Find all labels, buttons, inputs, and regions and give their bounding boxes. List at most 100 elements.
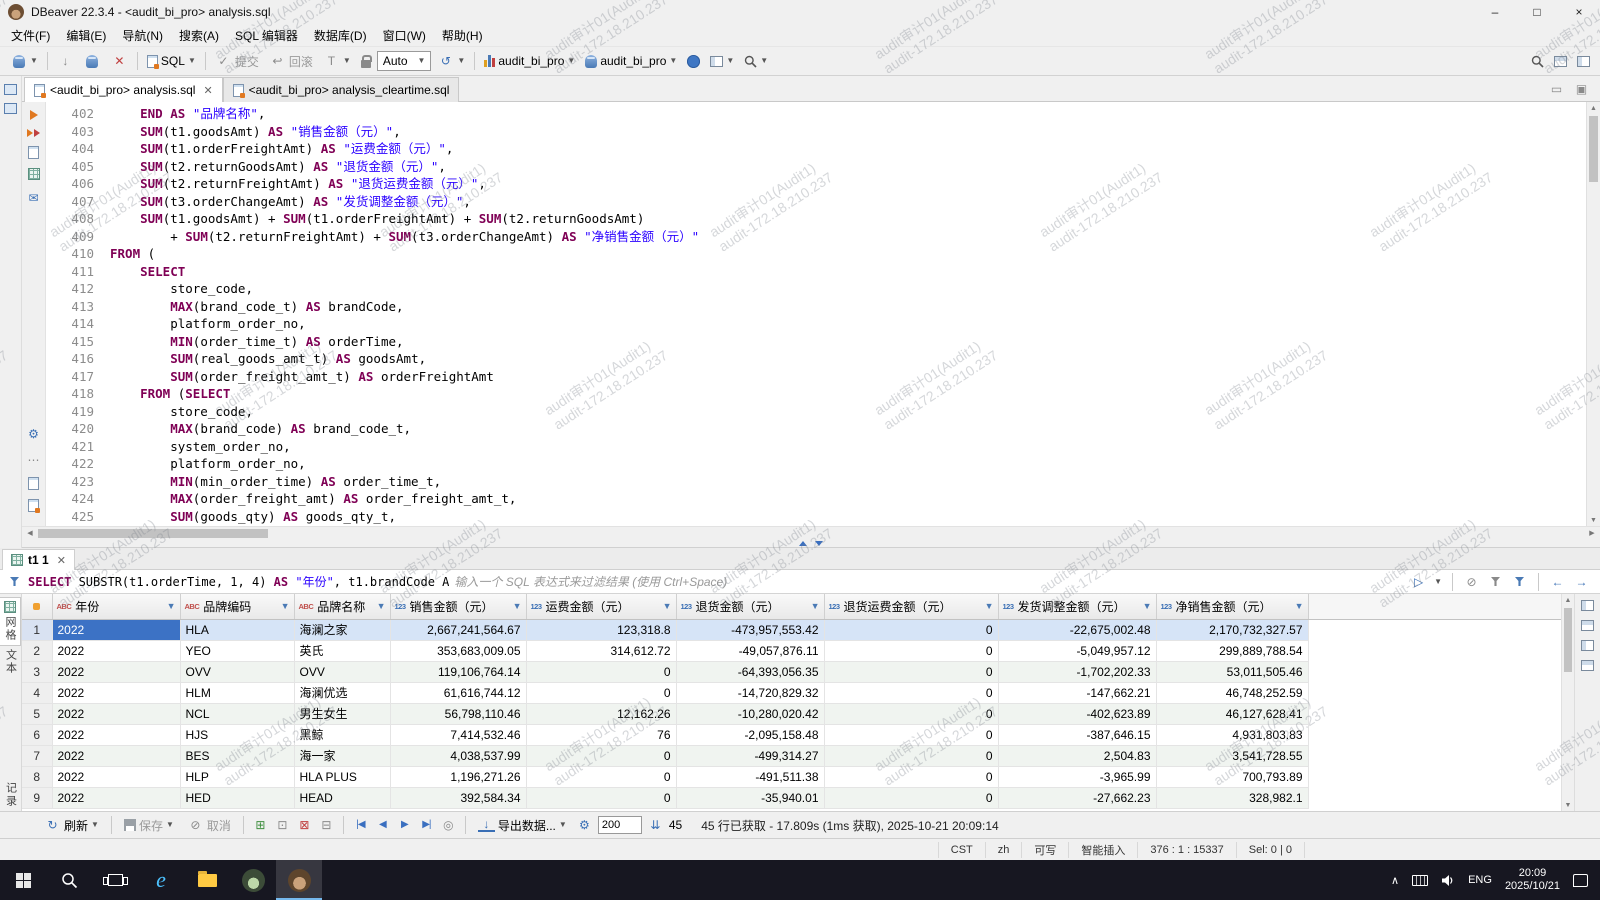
cell[interactable]: 2022	[52, 787, 180, 808]
cell[interactable]: -10,280,020.42	[676, 703, 824, 724]
search-dropdown[interactable]: ▼	[740, 49, 772, 73]
menu-item-2[interactable]: 导航(N)	[114, 24, 171, 47]
internet-explorer-button[interactable]: e	[138, 860, 184, 900]
export-data-button[interactable]: ↓导出数据...▼	[474, 813, 571, 837]
scroll-down-icon[interactable]: ▼	[1562, 799, 1574, 811]
filter-query[interactable]: SELECT SUBSTR(t1.orderTime, 1, 4) AS "年份…	[28, 576, 449, 588]
scroll-down-icon[interactable]: ▼	[1587, 514, 1600, 526]
cell[interactable]: 12,162.26	[526, 703, 676, 724]
cell[interactable]: -473,957,553.42	[676, 619, 824, 640]
minimize-panel-icon[interactable]: ▭	[1548, 80, 1565, 97]
cell[interactable]: 英氏	[294, 640, 390, 661]
metadata-panel-icon[interactable]	[1581, 620, 1594, 631]
cell[interactable]: 0	[824, 619, 998, 640]
cell[interactable]: BES	[180, 745, 294, 766]
cell[interactable]: 4,038,537.99	[390, 745, 526, 766]
cell[interactable]: HLA PLUS	[294, 766, 390, 787]
fetch-next-icon[interactable]: ⇊	[647, 817, 664, 834]
editor-vertical-scrollbar[interactable]: ▲ ▼	[1586, 102, 1600, 526]
save-script-icon[interactable]	[28, 499, 39, 512]
chevron-down-icon[interactable]: ▼	[1434, 578, 1442, 586]
quick-search-button[interactable]	[1527, 49, 1548, 73]
cell[interactable]: NCL	[180, 703, 294, 724]
cell[interactable]: 0	[824, 766, 998, 787]
cell[interactable]: -22,675,002.48	[998, 619, 1156, 640]
record-mode-toggle[interactable]: 记录	[3, 779, 19, 811]
edit-filter-icon[interactable]	[1487, 573, 1504, 590]
cell[interactable]: HJS	[180, 724, 294, 745]
restore-db-navigator-icon[interactable]	[4, 84, 17, 95]
speaker-icon[interactable]	[1441, 874, 1455, 887]
task-view-button[interactable]	[92, 860, 138, 900]
cell[interactable]: 314,612.72	[526, 640, 676, 661]
cell[interactable]: 0	[824, 661, 998, 682]
cell[interactable]: 2022	[52, 724, 180, 745]
menu-item-1[interactable]: 编辑(E)	[58, 24, 114, 47]
filter-dropdown-icon[interactable]: ▼	[167, 601, 176, 611]
cell[interactable]: -49,057,876.11	[676, 640, 824, 661]
results-tab-t1[interactable]: t1 1 ✕	[2, 549, 75, 570]
column-header-7[interactable]: 123发货调整金额（元）▼	[998, 594, 1156, 619]
scrollbar-thumb[interactable]	[1564, 608, 1572, 672]
row-number[interactable]: 5	[22, 703, 52, 724]
cell[interactable]: 0	[824, 745, 998, 766]
cell[interactable]: 46,748,252.59	[1156, 682, 1308, 703]
execute-statement-icon[interactable]	[30, 110, 38, 120]
more-options-icon[interactable]: ⋯	[25, 451, 42, 468]
start-button[interactable]	[0, 860, 46, 900]
action-center-icon[interactable]	[1573, 874, 1588, 887]
gear-icon[interactable]: ⚙	[25, 425, 42, 442]
cell[interactable]: 2,170,732,327.57	[1156, 619, 1308, 640]
status-caret-position[interactable]: 376 : 1 : 15337	[1137, 842, 1235, 858]
cell[interactable]: 0	[824, 724, 998, 745]
cell[interactable]: 299,889,788.54	[1156, 640, 1308, 661]
language-indicator[interactable]: ENG	[1468, 874, 1492, 886]
row-number[interactable]: 9	[22, 787, 52, 808]
close-button[interactable]: ×	[1558, 0, 1600, 24]
cell[interactable]: 2022	[52, 703, 180, 724]
grouping-panel-icon[interactable]	[1581, 640, 1594, 651]
close-icon[interactable]: ✕	[203, 84, 212, 97]
filter-dropdown-icon[interactable]: ▼	[811, 601, 820, 611]
scroll-left-icon[interactable]: ◀	[22, 529, 38, 537]
cell[interactable]: -64,393,056.35	[676, 661, 824, 682]
cell[interactable]: 0	[824, 682, 998, 703]
cell[interactable]: 353,683,009.05	[390, 640, 526, 661]
scroll-up-icon[interactable]: ▲	[1562, 594, 1574, 606]
row-number[interactable]: 2	[22, 640, 52, 661]
cell[interactable]: 392,584.34	[390, 787, 526, 808]
last-row-icon[interactable]: ▶|	[418, 817, 435, 834]
column-header-0[interactable]: ABC年份▼	[52, 594, 180, 619]
database-selector[interactable]: audit_bi_pro▼	[480, 49, 579, 73]
cell[interactable]: 2022	[52, 745, 180, 766]
column-header-3[interactable]: 123销售金额（元）▼	[390, 594, 526, 619]
cell[interactable]: HLA	[180, 619, 294, 640]
cell[interactable]: -5,049,957.12	[998, 640, 1156, 661]
output-panel-icon[interactable]: ✉	[25, 189, 42, 206]
cell[interactable]: 0	[526, 745, 676, 766]
refresh-button[interactable]: ↻刷新▼	[40, 813, 103, 837]
filter-history-back-icon[interactable]: ←	[1549, 573, 1566, 590]
transaction-mode-dropdown[interactable]: T▼	[319, 49, 355, 73]
cell[interactable]: 2,504.83	[998, 745, 1156, 766]
filter-dropdown-icon[interactable]: ▼	[663, 601, 672, 611]
cell[interactable]: -14,720,829.32	[676, 682, 824, 703]
scroll-up-icon[interactable]: ▲	[1587, 102, 1600, 114]
cell[interactable]: HEAD	[294, 787, 390, 808]
lock-button[interactable]	[357, 49, 375, 73]
cell[interactable]: 2022	[52, 619, 180, 640]
row-number[interactable]: 7	[22, 745, 52, 766]
scrollbar-thumb[interactable]	[38, 529, 268, 538]
cell[interactable]: 53,011,505.46	[1156, 661, 1308, 682]
row-number[interactable]: 4	[22, 682, 52, 703]
grid-vertical-scrollbar[interactable]: ▲ ▼	[1561, 594, 1574, 811]
menu-item-3[interactable]: 搜索(A)	[171, 24, 227, 47]
menu-item-5[interactable]: 数据库(D)	[306, 24, 375, 47]
custom-filter-icon[interactable]	[1511, 573, 1528, 590]
cell[interactable]: 海澜优选	[294, 682, 390, 703]
cancel-button[interactable]: ⊘取消	[183, 813, 235, 837]
cell[interactable]: 2022	[52, 682, 180, 703]
maximize-button[interactable]: □	[1516, 0, 1558, 24]
first-row-icon[interactable]: |◀	[352, 817, 369, 834]
previous-row-icon[interactable]: ◀	[374, 817, 391, 834]
